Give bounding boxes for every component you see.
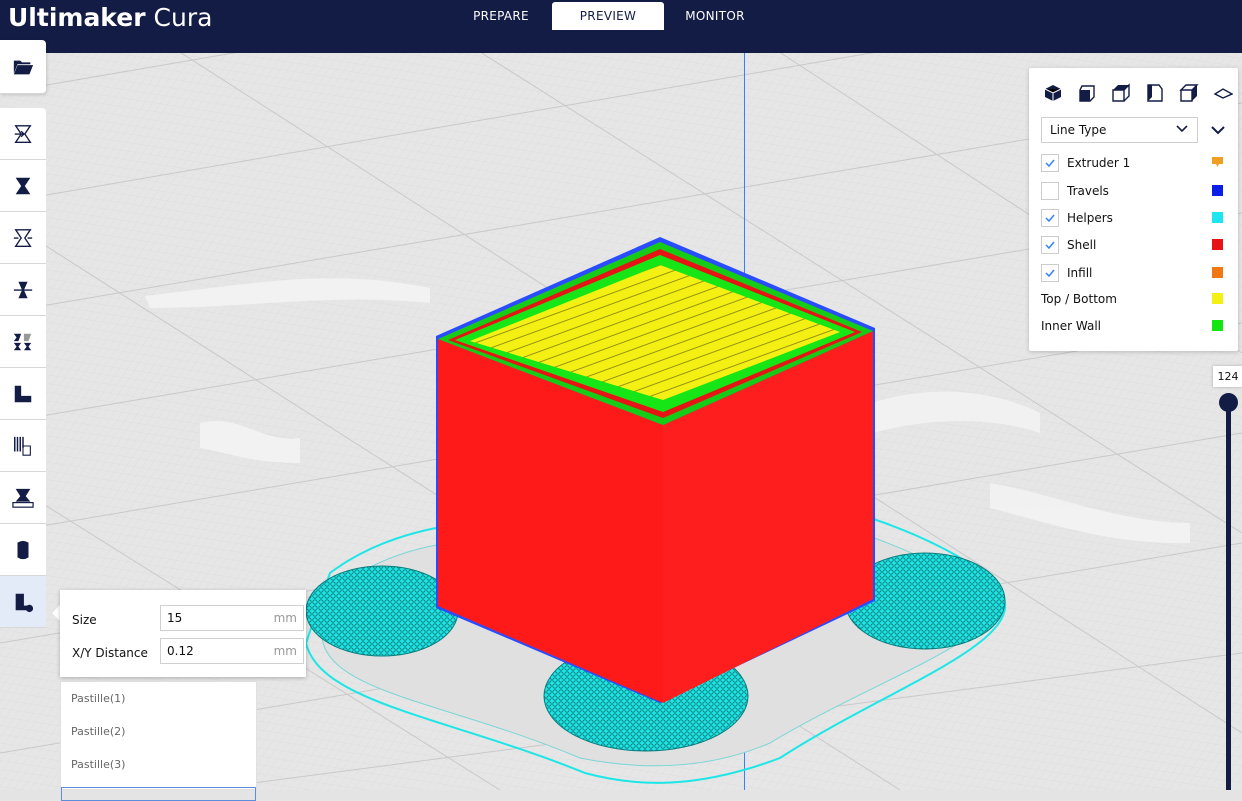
open-file-button[interactable]	[0, 40, 46, 94]
view-settings-panel: Line Type Extruder 1 Travels Helpers She…	[1029, 68, 1238, 351]
chevron-down-icon	[1176, 125, 1188, 133]
pastille-tool-button[interactable]	[0, 576, 46, 628]
tab-monitor[interactable]: MONITOR	[674, 2, 756, 30]
legend-helpers: Helpers	[1041, 209, 1227, 231]
top-view-button[interactable]	[1111, 83, 1133, 103]
scale-tool-icon	[15, 177, 31, 194]
front-view-icon	[1079, 85, 1095, 102]
legend-shell: Shell	[1041, 236, 1227, 258]
custom-supports-icon	[14, 436, 31, 456]
check-icon	[1045, 241, 1055, 250]
cylinder-tool-button[interactable]	[0, 524, 46, 576]
right-view-button[interactable]	[1179, 83, 1201, 103]
legend-infill: Infill	[1041, 264, 1227, 286]
cylinder-icon	[17, 540, 29, 559]
support-blocker-icon	[14, 385, 32, 402]
per-model-settings-icon	[13, 333, 32, 350]
layer-slider-handle[interactable]	[1219, 393, 1238, 412]
left-view-icon	[1147, 84, 1163, 102]
tab-anti-warping-button[interactable]	[0, 472, 46, 524]
selected-list-item[interactable]	[61, 787, 256, 801]
tab-anti-warping-icon	[12, 488, 34, 508]
shell-color-swatch	[1212, 239, 1223, 250]
top-bottom-color-swatch	[1212, 293, 1223, 304]
scale-tool-button[interactable]	[0, 160, 46, 212]
list-item[interactable]: Pastille(2)	[61, 715, 256, 748]
travels-color-swatch	[1212, 185, 1223, 196]
custom-supports-button[interactable]	[0, 420, 46, 472]
stage-tabs: PREPARE PREVIEW MONITOR	[460, 2, 756, 30]
move-tool-icon	[14, 124, 32, 143]
legend-extruder-1: Extruder 1	[1041, 154, 1227, 176]
inner-wall-color-swatch	[1212, 320, 1223, 331]
support-blocker-button[interactable]	[0, 368, 46, 420]
infill-color-swatch	[1212, 267, 1223, 278]
layer-slider-track[interactable]	[1226, 402, 1231, 790]
tab-preview[interactable]: PREVIEW	[552, 2, 664, 30]
helpers-color-swatch	[1212, 212, 1223, 223]
extruder-icon	[1212, 157, 1223, 167]
size-label: Size	[72, 613, 97, 627]
list-item[interactable]: Pastille(1)	[61, 682, 256, 715]
top-view-icon	[1112, 83, 1130, 102]
pastille-list: Pastille(1) Pastille(2) Pastille(3)	[60, 681, 257, 801]
perspective-toggle-icon	[1213, 88, 1234, 99]
legend-inner-wall: Inner Wall	[1041, 317, 1227, 339]
layer-number-label[interactable]: 124	[1213, 366, 1242, 387]
left-view-button[interactable]	[1145, 83, 1167, 103]
app-header: Ultimaker Cura PREPARE PREVIEW MONITOR	[0, 0, 1242, 53]
per-model-settings-button[interactable]	[0, 316, 46, 368]
right-view-icon	[1179, 84, 1199, 102]
3d-view-button[interactable]	[1043, 83, 1065, 103]
tool-settings-panel: Size 15 mm X/Y Distance 0.12 mm	[60, 590, 306, 677]
size-input[interactable]: 15 mm	[160, 605, 304, 631]
check-icon	[1045, 269, 1055, 278]
open-file-icon	[13, 60, 34, 74]
xy-distance-label: X/Y Distance	[72, 646, 148, 660]
rotate-tool-button[interactable]	[0, 212, 46, 264]
pastille-icon	[15, 593, 34, 612]
front-view-button[interactable]	[1077, 83, 1099, 103]
xy-distance-input[interactable]: 0.12 mm	[160, 638, 304, 664]
shell-checkbox[interactable]	[1041, 236, 1059, 254]
helpers-checkbox[interactable]	[1041, 209, 1059, 227]
3d-view-icon	[1044, 85, 1062, 101]
legend-travels: Travels	[1041, 182, 1227, 204]
collapse-panel-icon[interactable]	[1209, 121, 1227, 139]
travels-checkbox[interactable]	[1041, 182, 1059, 200]
mirror-tool-icon	[13, 281, 33, 298]
move-tool-button[interactable]	[0, 108, 46, 160]
list-item[interactable]: Pastille(3)	[61, 748, 256, 781]
infill-checkbox[interactable]	[1041, 264, 1059, 282]
check-icon	[1045, 214, 1055, 223]
check-icon	[1045, 159, 1055, 168]
camera-view-buttons	[1043, 83, 1242, 103]
perspective-toggle-button[interactable]	[1213, 83, 1235, 103]
extruder-1-checkbox[interactable]	[1041, 154, 1059, 172]
legend-top-bottom: Top / Bottom	[1041, 290, 1227, 312]
rotate-tool-icon	[13, 228, 33, 247]
tab-prepare[interactable]: PREPARE	[460, 2, 542, 30]
app-logo: Ultimaker Cura	[8, 3, 213, 32]
mirror-tool-button[interactable]	[0, 264, 46, 316]
left-toolbar	[0, 40, 46, 628]
color-scheme-dropdown[interactable]: Line Type	[1041, 117, 1198, 143]
